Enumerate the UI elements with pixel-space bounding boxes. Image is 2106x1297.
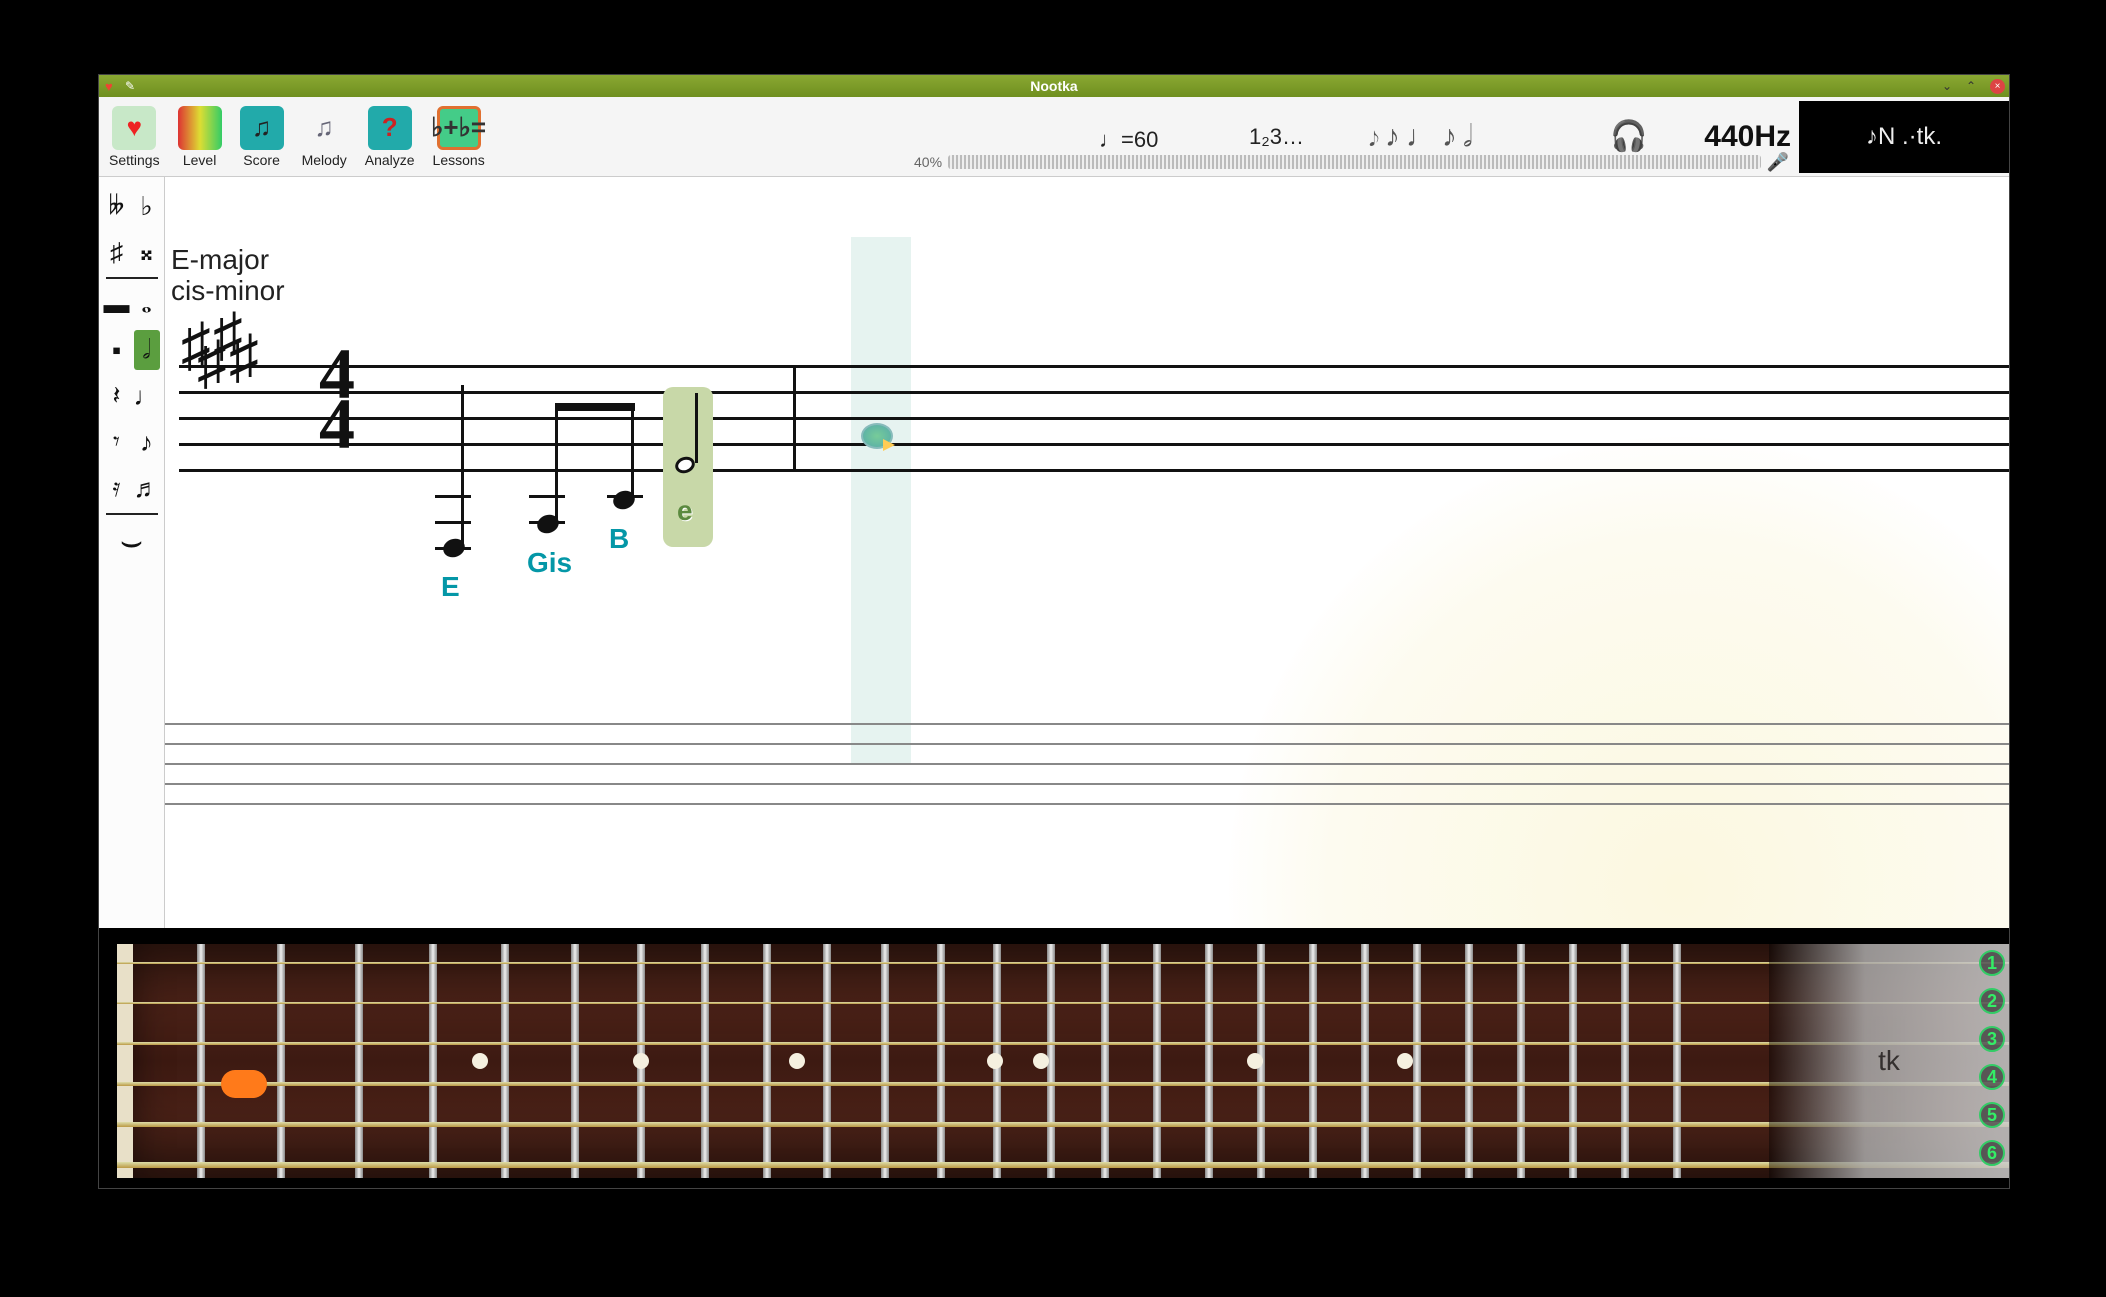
volume-meter: 40% 🎤 <box>914 149 1789 175</box>
microphone-icon[interactable]: 🎤 <box>1767 152 1789 173</box>
flat-button[interactable]: ♭ <box>134 186 160 226</box>
level-icon <box>178 106 222 150</box>
analyze-button[interactable]: ? Analyze <box>363 104 417 170</box>
maximize-icon[interactable]: ⌃ <box>1966 79 1980 93</box>
settings-icon: ♥ <box>112 106 156 150</box>
string-number-2[interactable]: 2 <box>1979 988 2005 1014</box>
key-signature-label: E-major cis-minor <box>171 245 285 307</box>
string-5[interactable] <box>117 1122 2009 1127</box>
whole-note-button[interactable]: 𝅝 <box>134 284 160 324</box>
melody-label: Melody <box>302 152 347 168</box>
string-number-6[interactable]: 6 <box>1979 1140 2005 1166</box>
tempo-prefix: ♩= <box>1099 127 1134 152</box>
fret-marker-dot <box>987 1053 1003 1069</box>
tempo-value: 60 <box>1134 127 1158 152</box>
fretboard-neck: tk <box>117 944 2009 1178</box>
app-window: ♥ ✎ Nootka ⌄ ⌃ × ♥ Settings Level ♫ Scor… <box>98 74 2010 1189</box>
double-flat-button[interactable]: 𝄫 <box>104 186 130 226</box>
finger-marker[interactable] <box>221 1070 267 1098</box>
string-6[interactable] <box>117 1162 2009 1168</box>
melody-icon: ♫ <box>302 106 346 150</box>
heart-icon: ♥ <box>105 79 119 93</box>
whole-rest-button[interactable]: ▬ <box>104 284 130 324</box>
volume-label: 40% <box>914 154 942 170</box>
barline <box>793 365 796 471</box>
lessons-label: Lessons <box>433 152 485 168</box>
fret-marker-dot <box>472 1053 488 1069</box>
tempo-indicator[interactable]: ♩=60 <box>1099 121 1249 153</box>
settings-button[interactable]: ♥ Settings <box>107 104 162 170</box>
guitar-head: tk <box>1769 944 2009 1178</box>
fret-marker-dot <box>1397 1053 1413 1069</box>
string-3[interactable] <box>117 1042 2009 1045</box>
string-2[interactable] <box>117 1002 2009 1004</box>
analyze-label: Analyze <box>365 152 415 168</box>
volume-bar[interactable] <box>948 155 1761 169</box>
settings-label: Settings <box>109 152 160 168</box>
palette-divider <box>106 277 158 279</box>
melody-button[interactable]: ♫ Melody <box>300 104 349 170</box>
fret-marker-dot <box>789 1053 805 1069</box>
guitar-fretboard[interactable]: tk 1 2 3 4 5 6 <box>99 928 2009 1188</box>
note-palette: 𝄫 ♭ ♯ 𝄪 ▬ 𝅝 ▪ 𝅗𝅥 𝄽 ♩ 𝄾 ♪ <box>99 177 165 928</box>
half-note-button[interactable]: 𝅗𝅥 <box>134 330 160 370</box>
analyze-icon: ? <box>368 106 412 150</box>
half-rest-button[interactable]: ▪ <box>104 330 130 370</box>
string-number-3[interactable]: 3 <box>1979 1026 2005 1052</box>
staff-main <box>179 365 2009 471</box>
fret-marker-dot <box>633 1053 649 1069</box>
eighth-note-button[interactable]: ♪ <box>134 422 160 462</box>
watermark-circle <box>1229 437 2009 928</box>
sixteenth-note-button[interactable]: ♬ <box>134 468 160 508</box>
lessons-button[interactable]: ♭+♭= Lessons <box>431 104 487 170</box>
palette-divider <box>106 513 158 515</box>
note-cursor-icon[interactable] <box>861 423 893 449</box>
close-icon[interactable]: × <box>1990 79 2005 94</box>
string-1[interactable] <box>117 962 2009 964</box>
quarter-rest-button[interactable]: 𝄽 <box>104 376 130 416</box>
score-icon: ♫ <box>240 106 284 150</box>
main-toolbar: ♥ Settings Level ♫ Score ♫ Melody ? Anal… <box>99 97 2009 177</box>
string-4[interactable] <box>117 1082 2009 1086</box>
score-area[interactable]: E-major cis-minor ♯♯♯♯ 4 4 <box>165 177 2009 928</box>
eighth-rest-button[interactable]: 𝄾 <box>104 422 130 462</box>
string-number-5[interactable]: 5 <box>1979 1102 2005 1128</box>
cursor-column <box>851 237 911 765</box>
score-label: Score <box>243 152 280 168</box>
lessons-icon: ♭+♭= <box>437 106 481 150</box>
tie-button[interactable]: ⌣ <box>119 521 145 561</box>
double-sharp-button[interactable]: 𝄪 <box>134 232 160 272</box>
app-logo: ♪N .·tk. <box>1799 101 2009 173</box>
fret-marker-dot <box>1033 1053 1049 1069</box>
staff-empty <box>165 723 2009 803</box>
sixteenth-rest-button[interactable]: 𝄿 <box>104 468 130 508</box>
minimize-icon[interactable]: ⌄ <box>1942 79 1956 93</box>
fret-marker-dot <box>1247 1053 1263 1069</box>
score-button[interactable]: ♫ Score <box>238 104 286 170</box>
time-signature: 4 4 <box>319 349 355 450</box>
quarter-note-button[interactable]: ♩ <box>134 376 160 416</box>
main-area: 𝄫 ♭ ♯ 𝄪 ▬ 𝅝 ▪ 𝅗𝅥 𝄽 ♩ 𝄾 ♪ <box>99 177 2009 928</box>
level-button[interactable]: Level <box>176 104 224 170</box>
pin-icon[interactable]: ✎ <box>125 79 139 93</box>
window-title: Nootka <box>1030 78 1077 94</box>
note-numbering-button[interactable]: 1₂3… <box>1249 124 1369 150</box>
string-number-4[interactable]: 4 <box>1979 1064 2005 1090</box>
sharp-button[interactable]: ♯ <box>104 232 130 272</box>
key-signature-sharps: ♯♯♯♯ <box>181 327 245 363</box>
level-label: Level <box>183 152 216 168</box>
title-bar: ♥ ✎ Nootka ⌄ ⌃ × <box>99 75 2009 97</box>
string-number-1[interactable]: 1 <box>1979 950 2005 976</box>
nut <box>117 944 133 1178</box>
